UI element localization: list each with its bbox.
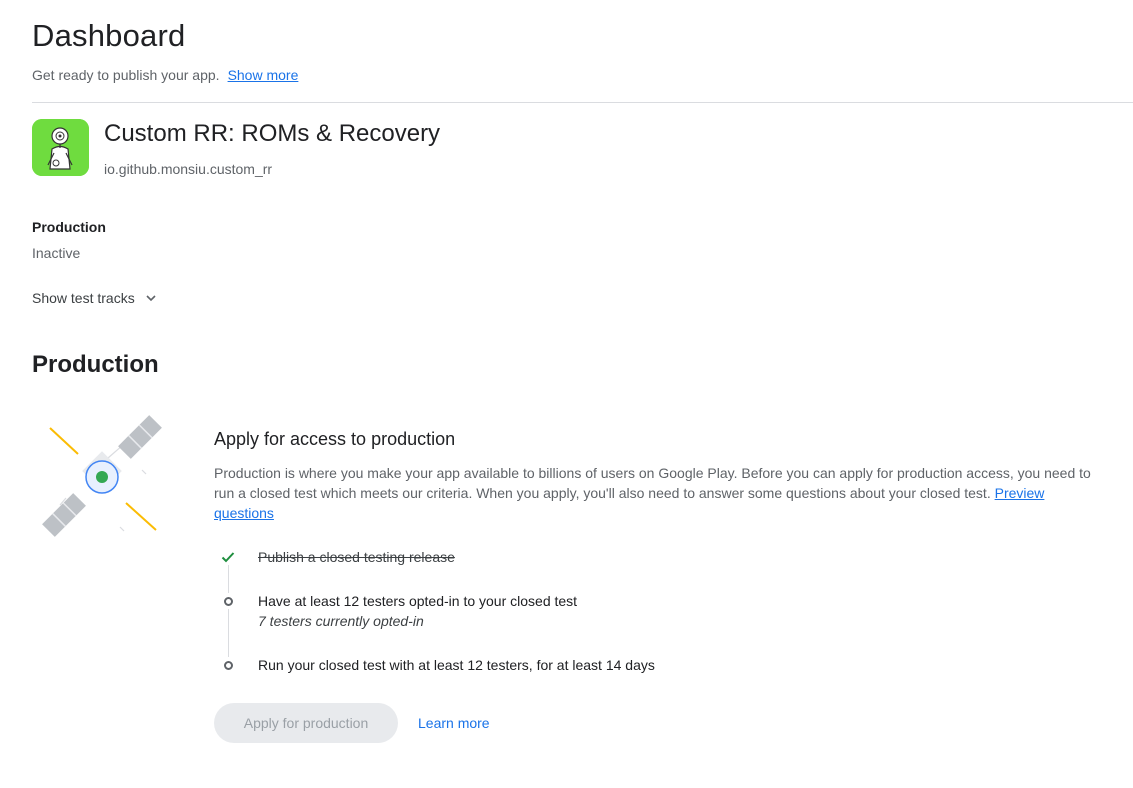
production-section-title: Production xyxy=(32,351,159,378)
step-1-text: Publish a closed testing release xyxy=(258,549,455,565)
production-description: Production is where you make your app av… xyxy=(214,463,1094,523)
show-test-tracks-label: Show test tracks xyxy=(32,290,135,306)
subtitle-text: Get ready to publish your app. xyxy=(32,67,220,83)
pending-dot-icon xyxy=(223,596,233,606)
step-2-subtext: 7 testers currently opted-in xyxy=(258,613,424,629)
page-title: Dashboard xyxy=(32,18,186,53)
page-subtitle: Get ready to publish your app. Show more xyxy=(32,67,298,83)
pending-dot-icon xyxy=(223,660,233,670)
header-divider xyxy=(32,102,1133,103)
show-more-link[interactable]: Show more xyxy=(228,67,299,83)
step-2-marker xyxy=(220,593,236,609)
step-2-text: Have at least 12 testers opted-in to you… xyxy=(258,593,578,609)
chevron-down-icon xyxy=(146,295,156,302)
app-package-name: io.github.monsiu.custom_rr xyxy=(104,161,273,177)
production-card-title: Apply for access to production xyxy=(214,429,456,449)
track-label: Production xyxy=(32,219,106,235)
show-test-tracks-button[interactable]: Show test tracks xyxy=(32,290,157,306)
apply-for-production-button[interactable]: Apply for production xyxy=(214,703,398,743)
learn-more-link[interactable]: Learn more xyxy=(418,715,490,731)
robot-icon xyxy=(32,119,89,176)
step-1-marker xyxy=(220,549,236,565)
app-icon xyxy=(32,119,89,176)
app-name: Custom RR: ROMs & Recovery xyxy=(104,120,441,147)
step-3-marker xyxy=(220,657,236,673)
check-icon xyxy=(221,552,235,563)
step-3-text: Run your closed test with at least 12 te… xyxy=(258,657,655,673)
steps-timeline-line xyxy=(228,565,229,665)
satellite-illustration-icon xyxy=(42,415,162,537)
production-description-text: Production is where you make your app av… xyxy=(214,465,1091,501)
track-status: Inactive xyxy=(32,245,81,261)
